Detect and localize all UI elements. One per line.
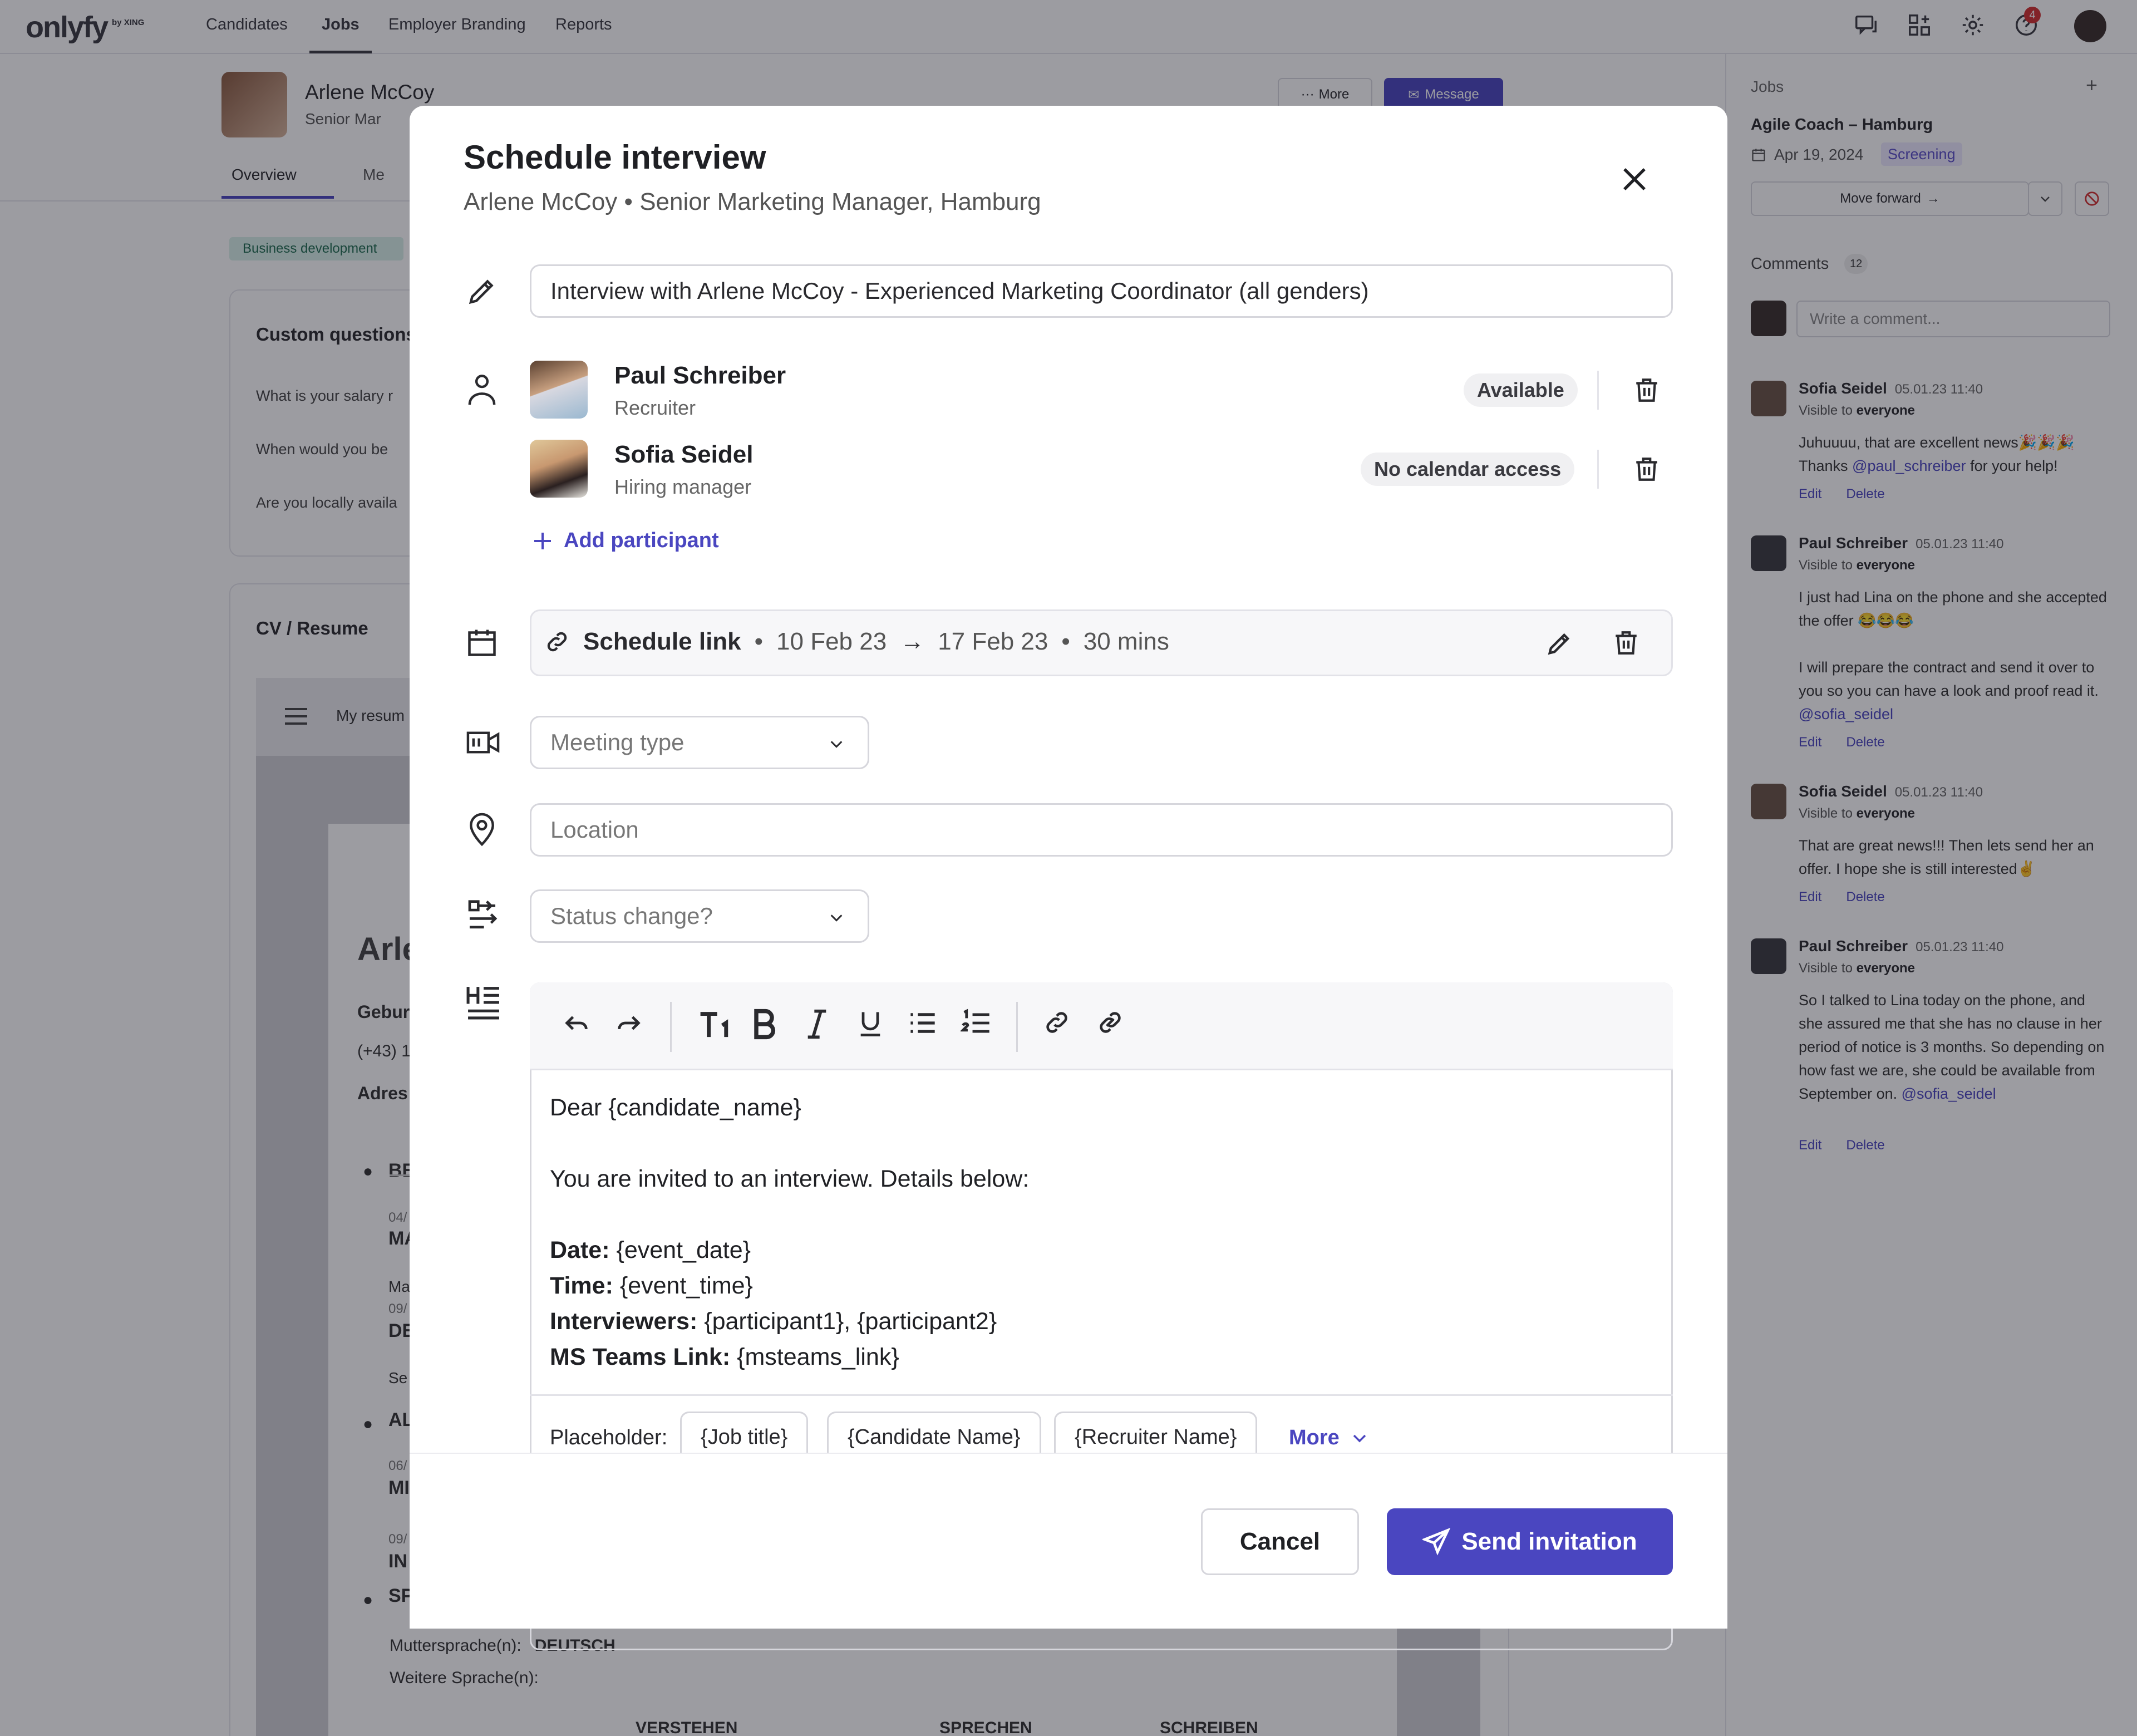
link-icon [547, 632, 567, 652]
divider [1597, 450, 1599, 489]
trash-icon[interactable] [1633, 455, 1661, 483]
separator: • [1061, 628, 1070, 655]
bold-icon[interactable] [750, 1009, 778, 1040]
calendar-icon [465, 626, 499, 659]
chevron-down-icon [830, 914, 843, 922]
subject-input[interactable]: Interview with Arlene McCoy - Experience… [530, 264, 1673, 318]
participant-role: Recruiter [614, 396, 696, 419]
send-invitation-label: Send invitation [1461, 1528, 1637, 1555]
editor-body[interactable]: Dear {candidate_name} You are invited to… [550, 1090, 1029, 1375]
editor-line: Time: {event_time} [550, 1272, 753, 1299]
redo-icon[interactable] [614, 1009, 643, 1037]
separator: • [754, 628, 764, 655]
editor-line [550, 1125, 1029, 1161]
placeholder-label: Placeholder: [550, 1426, 668, 1449]
editor-line: You are invited to an interview. Details… [550, 1165, 1030, 1192]
close-icon[interactable] [1619, 164, 1649, 194]
participant-role: Hiring manager [614, 475, 752, 498]
availability-badge: No calendar access [1361, 453, 1575, 486]
location-pin-icon [465, 812, 499, 847]
editor-line: Dear {candidate_name} [550, 1094, 801, 1121]
send-invitation-button[interactable]: Send invitation [1387, 1508, 1673, 1575]
divider [1597, 371, 1599, 410]
more-placeholders-button[interactable]: More [1289, 1426, 1370, 1450]
editor-line [550, 1197, 1029, 1232]
video-camera-icon [465, 727, 501, 758]
editor-line: MS Teams Link: {msteams_link} [550, 1344, 899, 1370]
chevron-down-icon [830, 741, 843, 748]
participant-avatar [530, 440, 588, 498]
add-participant-button[interactable]: Add participant [531, 529, 719, 553]
italic-icon[interactable] [805, 1009, 829, 1040]
schedule-from: 10 Feb 23 [776, 628, 887, 655]
status-change-select[interactable]: Status change? [530, 889, 869, 943]
placeholder-divider [530, 1394, 1673, 1396]
availability-badge: Available [1464, 373, 1578, 407]
schedule-link-label: Schedule link [583, 628, 741, 655]
numbered-list-icon[interactable] [961, 1009, 992, 1037]
heading-icon[interactable] [698, 1007, 731, 1041]
participant-name: Paul Schreiber [614, 362, 786, 389]
send-icon [1422, 1528, 1451, 1556]
location-input[interactable]: Location [530, 803, 1673, 857]
bullet-list-icon[interactable] [908, 1009, 937, 1037]
more-placeholders-label: More [1289, 1426, 1340, 1449]
person-icon [465, 372, 499, 407]
add-participant-label: Add participant [564, 529, 719, 552]
status-change-placeholder: Status change? [550, 903, 713, 929]
undo-icon[interactable] [562, 1009, 591, 1037]
editor-line: Interviewers: {participant1}, {participa… [550, 1308, 997, 1335]
cancel-button[interactable]: Cancel [1201, 1508, 1359, 1575]
pencil-icon [465, 274, 499, 308]
workflow-icon [465, 897, 500, 933]
text-format-icon [465, 984, 502, 1021]
chevron-down-icon [1353, 1434, 1366, 1442]
meeting-type-select[interactable]: Meeting type [530, 716, 869, 769]
participant-avatar [530, 361, 588, 419]
arrow-right-icon: → [900, 628, 925, 655]
modal-subtitle: Arlene McCoy • Senior Marketing Manager,… [464, 188, 1041, 215]
schedule-to: 17 Feb 23 [938, 628, 1048, 655]
link-icon[interactable] [1043, 1009, 1071, 1036]
schedule-link-summary: Schedule link • 10 Feb 23 → 17 Feb 23 • … [544, 628, 1169, 656]
modal-title: Schedule interview [464, 139, 766, 176]
trash-icon[interactable] [1633, 376, 1661, 404]
toolbar-divider [1016, 1002, 1018, 1052]
meeting-type-placeholder: Meeting type [550, 729, 685, 755]
participant-name: Sofia Seidel [614, 441, 754, 468]
underline-icon[interactable] [857, 1009, 884, 1037]
trash-icon[interactable] [1612, 629, 1640, 657]
plus-icon [534, 532, 551, 549]
editor-line: Date: {event_date} [550, 1237, 751, 1263]
toolbar-divider [670, 1002, 672, 1052]
unlink-icon[interactable] [1096, 1009, 1124, 1036]
schedule-duration: 30 mins [1083, 628, 1169, 655]
pencil-icon[interactable] [1545, 629, 1574, 658]
